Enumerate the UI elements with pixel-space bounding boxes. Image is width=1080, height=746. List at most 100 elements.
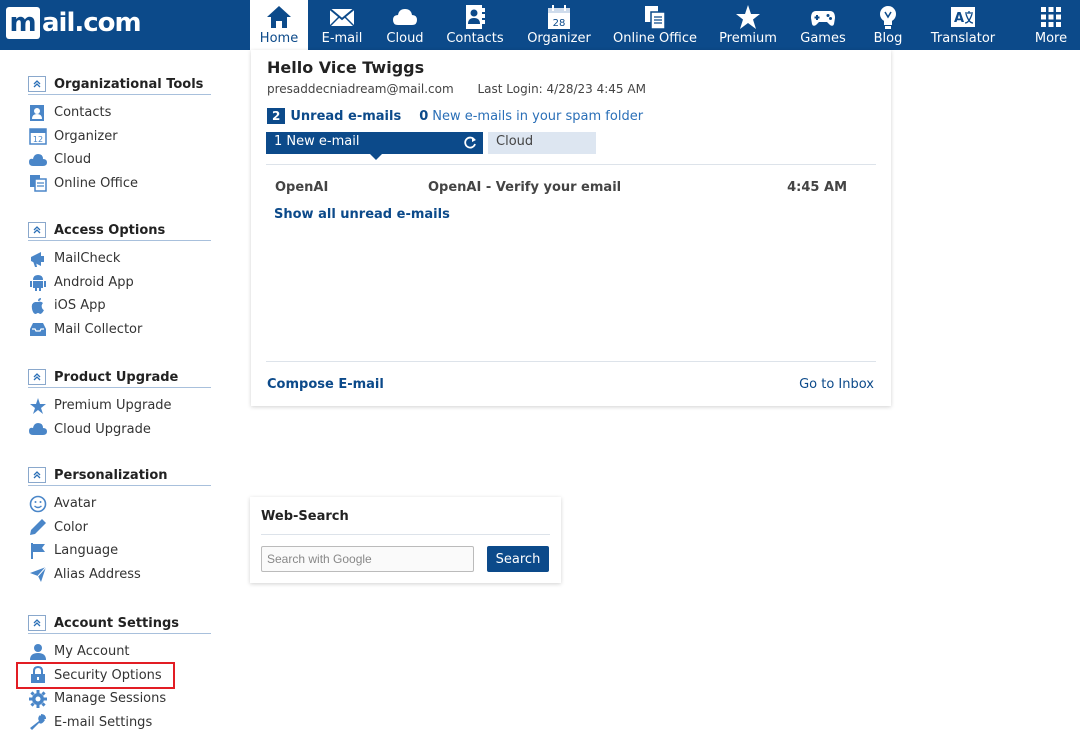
section-header[interactable]: Product Upgrade — [28, 367, 211, 388]
unread-emails-link[interactable]: Unread e-mails — [290, 109, 401, 124]
wrench-icon — [28, 712, 48, 732]
sidebar-item-label: Premium Upgrade — [54, 398, 172, 414]
sidebar-item-label: Language — [54, 543, 119, 559]
translate-icon: A — [951, 7, 975, 27]
sidebar-item-ios-app[interactable]: iOS App — [28, 294, 211, 318]
sidebar-item-label: Online Office — [54, 175, 139, 191]
collapse-icon[interactable] — [28, 76, 46, 92]
divider — [266, 164, 876, 165]
nav-online-office[interactable]: Online Office — [602, 0, 708, 50]
sidebar-item-cloud[interactable]: Cloud — [28, 148, 211, 172]
nav-premium[interactable]: Premium — [708, 0, 788, 50]
nav-games[interactable]: Games — [788, 0, 858, 50]
nav-home[interactable]: Home — [250, 0, 308, 50]
highlight-box — [16, 662, 175, 689]
gear-icon — [28, 689, 48, 709]
sidebar-item-email-settings[interactable]: E-mail Settings — [28, 711, 211, 735]
section-title: Organizational Tools — [54, 76, 204, 92]
refresh-icon[interactable] — [463, 136, 477, 150]
sidebar-item-android-app[interactable]: Android App — [28, 271, 211, 295]
sidebar-item-label: Android App — [54, 274, 134, 290]
collapse-icon[interactable] — [28, 369, 46, 385]
email-sender: OpenAI — [275, 180, 329, 195]
cloud-icon — [28, 419, 48, 439]
sidebar-item-label: Manage Sessions — [54, 691, 167, 707]
nav-more[interactable]: More — [1008, 0, 1080, 50]
sidebar-item-alias-address[interactable]: Alias Address — [28, 563, 211, 587]
divider — [266, 361, 876, 362]
sidebar-item-online-office[interactable]: Online Office — [28, 172, 211, 196]
sidebar-item-cloud-upgrade[interactable]: Cloud Upgrade — [28, 418, 211, 442]
collapse-icon[interactable] — [28, 615, 46, 631]
nav-translator[interactable]: A Translator — [918, 0, 1008, 50]
section-header[interactable]: Account Settings — [28, 613, 211, 634]
sidebar-item-label: E-mail Settings — [54, 714, 153, 730]
section-header[interactable]: Access Options — [28, 220, 211, 241]
home-icon — [267, 6, 291, 28]
sidebar-item-organizer[interactable]: 12 Organizer — [28, 125, 211, 149]
nav-blog[interactable]: Blog — [858, 0, 918, 50]
nav-label: Home — [259, 31, 299, 46]
nav-label: Games — [800, 31, 846, 46]
nav-label: Cloud — [386, 31, 424, 46]
section-title: Personalization — [54, 467, 168, 483]
mailcom-logo[interactable]: m ail.com — [6, 6, 142, 40]
logo-text: ail.com — [42, 8, 142, 38]
collapse-icon[interactable] — [28, 222, 46, 238]
sidebar-item-color[interactable]: Color — [28, 516, 211, 540]
search-button[interactable]: Search — [487, 546, 549, 572]
web-search-widget: Web-Search Search — [250, 497, 561, 583]
nav-organizer[interactable]: 28 Organizer — [516, 0, 602, 50]
contacts-icon — [28, 103, 48, 123]
nav-label: More — [1034, 31, 1068, 46]
spam-label: New e-mails in your spam folder — [432, 108, 644, 124]
last-login: Last Login: 4/28/23 4:45 AM — [477, 82, 646, 96]
spam-folder-link[interactable]: 0 New e-mails in your spam folder — [419, 109, 643, 124]
inbox-tray-icon — [28, 319, 48, 339]
divider — [261, 534, 550, 535]
search-input[interactable] — [261, 546, 474, 572]
email-time: 4:45 AM — [787, 180, 847, 195]
sidebar-item-manage-sessions[interactable]: Manage Sessions — [28, 687, 211, 711]
sidebar-item-label: My Account — [54, 644, 130, 660]
tab-cloud[interactable]: Cloud — [488, 132, 596, 154]
collapse-icon[interactable] — [28, 467, 46, 483]
nav-label: E-mail — [321, 31, 363, 46]
tab-new-email[interactable]: 1 New e-mail — [266, 132, 483, 160]
megaphone-icon — [28, 249, 48, 269]
apple-icon — [28, 296, 48, 316]
section-personalization: Personalization Avatar Color Language Al… — [28, 465, 211, 586]
sidebar-item-language[interactable]: Language — [28, 539, 211, 563]
nav-email[interactable]: E-mail — [308, 0, 376, 50]
sidebar-item-premium-upgrade[interactable]: Premium Upgrade — [28, 394, 211, 418]
sidebar-item-label: Organizer — [54, 128, 118, 144]
account-info: presaddecniadream@mail.com Last Login: 4… — [267, 82, 646, 96]
cloud-icon — [393, 9, 417, 25]
sidebar-item-contacts[interactable]: Contacts — [28, 101, 211, 125]
sidebar-item-label: iOS App — [54, 298, 106, 314]
tab-label: Cloud — [496, 134, 534, 149]
sidebar-item-label: Cloud Upgrade — [54, 421, 151, 437]
nav-label: Translator — [930, 31, 996, 46]
logo-mark: m — [6, 7, 40, 39]
nav-cloud[interactable]: Cloud — [376, 0, 434, 50]
section-header[interactable]: Personalization — [28, 465, 211, 486]
section-header[interactable]: Organizational Tools — [28, 74, 211, 95]
envelope-icon — [329, 8, 355, 27]
calendar-number: 12 — [33, 135, 43, 144]
sidebar-item-avatar[interactable]: Avatar — [28, 492, 211, 516]
section-title: Account Settings — [54, 615, 180, 631]
gamepad-icon — [811, 11, 835, 26]
compose-email-link[interactable]: Compose E-mail — [267, 377, 384, 392]
go-to-inbox-link[interactable]: Go to Inbox — [799, 377, 874, 392]
nav-contacts[interactable]: Contacts — [434, 0, 516, 50]
sidebar-item-label: Alias Address — [54, 566, 141, 582]
show-all-unread-link[interactable]: Show all unread e-mails — [274, 207, 450, 222]
sidebar-item-label: Avatar — [54, 496, 97, 512]
sidebar-item-mail-collector[interactable]: Mail Collector — [28, 318, 211, 342]
lightbulb-icon — [880, 6, 896, 29]
sidebar-item-mailcheck[interactable]: MailCheck — [28, 247, 211, 271]
sidebar-item-my-account[interactable]: My Account — [28, 640, 211, 664]
greeting: Hello Vice Twiggs — [267, 58, 425, 77]
section-title: Access Options — [54, 222, 166, 238]
